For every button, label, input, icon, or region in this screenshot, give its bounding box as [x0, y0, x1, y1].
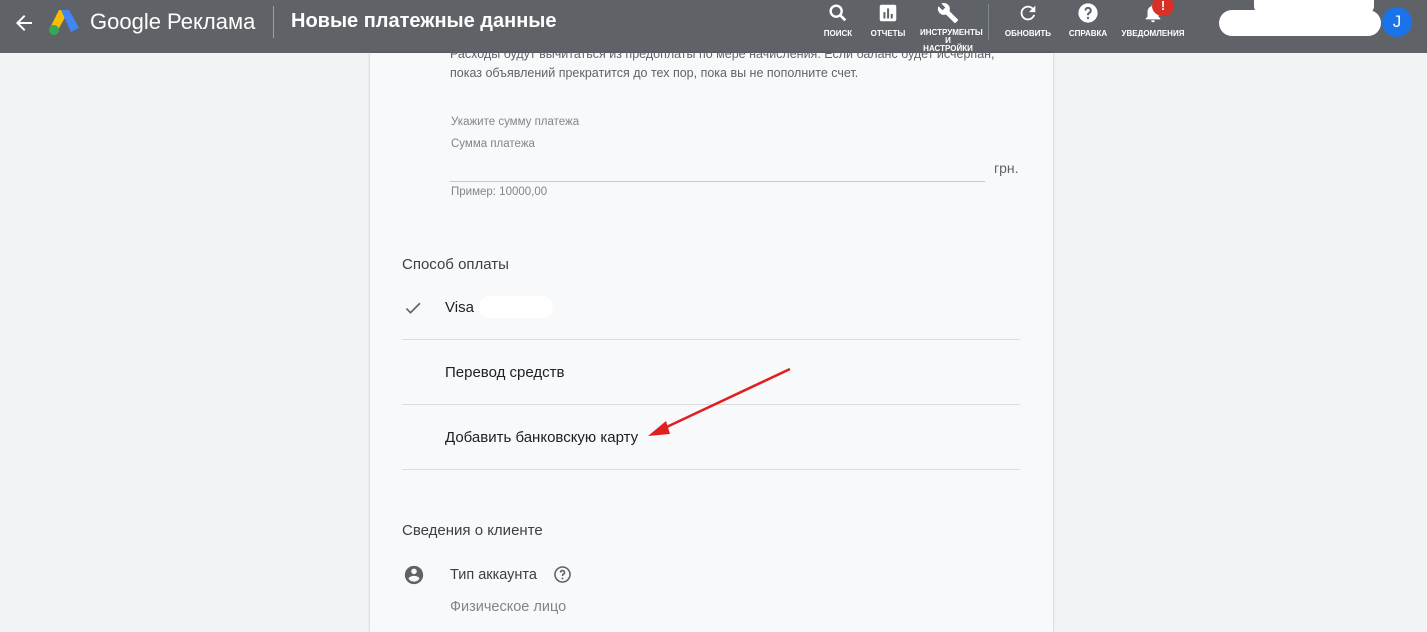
amount-field-label: Сумма платежа [451, 138, 535, 150]
tool-reports-button[interactable]: ОТЧЕТЫ [866, 2, 910, 38]
tool-refresh-label: ОБНОВИТЬ [1004, 29, 1052, 38]
payment-method-title: Способ оплаты [402, 256, 509, 273]
search-icon [829, 4, 847, 22]
tool-search-button[interactable]: ПОИСК [817, 2, 859, 38]
account-type-value: Физическое лицо [450, 599, 567, 615]
tool-search-label: ПОИСК [823, 29, 853, 38]
prepay-info-line-1: Расходы будут вычитаться из предоплаты п… [450, 47, 995, 61]
tools-divider [988, 4, 989, 40]
card-number-mask [479, 296, 553, 318]
header-divider [273, 6, 274, 38]
account-selector[interactable] [1219, 10, 1381, 36]
account-type-label: Тип аккаунта [450, 567, 537, 583]
help-icon [1078, 3, 1098, 23]
back-arrow-icon[interactable] [12, 11, 36, 35]
currency-label: грн. [994, 160, 1019, 176]
google-ads-logo [49, 10, 79, 35]
tool-tools-settings-button[interactable]: ИНСТРУМЕНТЫ И НАСТРОЙКИ [920, 2, 983, 53]
checkmark-icon [405, 302, 421, 314]
amount-hint: Пример: 10000,00 [451, 186, 548, 198]
help-outline-icon[interactable] [553, 565, 572, 584]
top-app-bar: Google Реклама Новые платежные данные ПО… [0, 0, 1427, 53]
wrench-icon [937, 3, 959, 24]
payment-option-label: Добавить банковскую карту [445, 429, 639, 446]
tool-refresh-button[interactable]: ОБНОВИТЬ [1003, 2, 1053, 38]
payment-option-label: Перевод средств [445, 364, 565, 381]
brand-name: Google Реклама [90, 9, 256, 34]
option-divider [402, 469, 1020, 470]
tool-help-label: СПРАВКА [1068, 29, 1108, 38]
reports-icon [879, 4, 897, 22]
tool-help-button[interactable]: СПРАВКА [1066, 2, 1110, 38]
refresh-icon [1020, 5, 1036, 21]
amount-input-underline [450, 181, 985, 182]
page-title: Новые платежные данные [291, 10, 557, 32]
avatar[interactable]: J [1382, 7, 1412, 37]
client-info-title: Сведения о клиенте [402, 522, 543, 539]
tool-reports-label: ОТЧЕТЫ [870, 29, 906, 38]
payment-amount-input[interactable] [450, 160, 989, 182]
prepay-info-line-2: показ объявлений прекратится до тех пор,… [450, 66, 859, 80]
amount-prompt: Укажите сумму платежа [451, 116, 580, 128]
red-arrow-annotation [648, 367, 791, 436]
tool-notifications-label: УВЕДОМЛЕНИЯ [1121, 29, 1185, 38]
payment-option-label: Visa [445, 299, 474, 316]
account-circle-icon [404, 565, 424, 585]
